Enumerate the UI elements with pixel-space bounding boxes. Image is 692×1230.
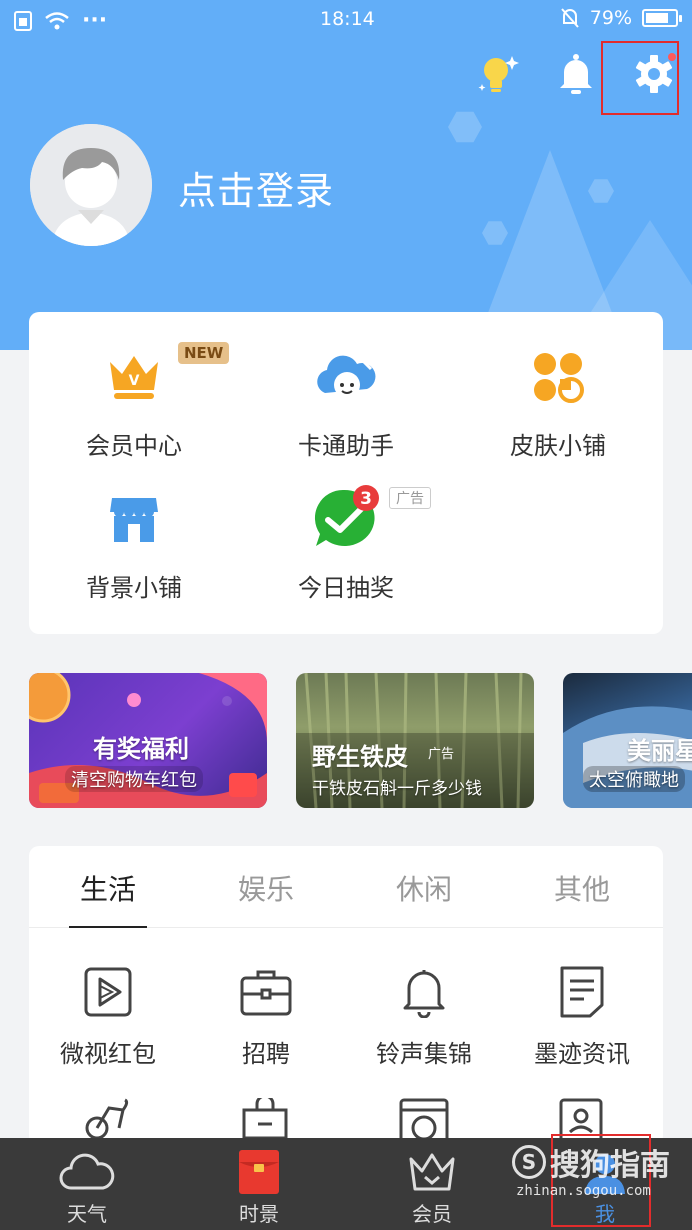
nav-label: 会员 [412,1202,452,1226]
skin-shop-item[interactable]: 皮肤小铺 [453,342,663,461]
shortcut-card: V 会员中心 NEW 卡通助手 皮肤小铺 背景小铺 3 今日抽奖 广告 [29,312,663,634]
watermark-brand: 搜狗指南 [550,1148,670,1183]
status-bar: ··· 18:14 79% [0,0,692,38]
service-jobs[interactable]: 招聘 [187,964,345,1069]
ad-tag: 广告 [389,487,431,509]
avatar[interactable] [30,124,152,246]
service-weishi-hongbao[interactable]: 微视红包 [29,964,187,1069]
tab-other[interactable]: 其他 [517,868,647,908]
watermark-url: zhinan.sogou.com [516,1183,651,1199]
lottery-badge-count: 3 [360,489,372,509]
service-label: 墨迹资讯 [534,1040,630,1068]
nav-label: 时景 [239,1202,279,1226]
tab-leisure[interactable]: 休闲 [359,868,489,908]
wifi-icon [45,11,69,29]
sim-icon [14,10,32,31]
alarm-off-icon [561,8,579,28]
shortcut-label: 皮肤小铺 [510,432,606,460]
new-badge: NEW [178,342,230,364]
tab-life[interactable]: 生活 [43,868,173,908]
nav-weather[interactable]: 天气 [32,1146,142,1227]
bell-outline-icon [403,970,445,1018]
briefcase-icon [240,970,292,1016]
default-avatar-icon [30,124,152,246]
svg-text:V: V [129,373,140,389]
skin-shop-icon [534,353,584,403]
service-label: 微视红包 [60,1040,156,1068]
banner-subtitle: 太空俯瞰地 [583,766,685,792]
shortcut-label: 背景小铺 [86,574,182,602]
banner-title: 野生铁皮 [312,743,408,771]
store-icon [110,498,158,542]
shortcut-label: 会员中心 [86,432,182,460]
service-label: 铃声集锦 [376,1040,472,1068]
services-card: 生活 娱乐 休闲 其他 微视红包 招聘 铃声集锦 墨迹资讯 [29,846,663,1146]
service-label: 招聘 [242,1040,290,1068]
service-moji-news[interactable]: 墨迹资讯 [503,964,661,1069]
red-envelope-icon [239,1150,279,1194]
document-icon [560,966,604,1018]
nav-member[interactable]: 会员 [377,1146,487,1227]
status-time: 18:14 [320,8,375,30]
wechat-lottery-icon: 3 [314,485,379,546]
notification-button[interactable] [552,50,600,98]
banner-subtitle: 干铁皮石斛一斤多少钱 [312,779,482,799]
battery-percent: 79% [589,7,632,29]
banner-ad-dendrobium[interactable]: 野生铁皮 广告 干铁皮石斛一斤多少钱 [296,673,534,808]
bell-icon [560,54,592,94]
cartoon-assistant-item[interactable]: 卡通助手 [241,342,451,461]
banner-space[interactable]: 美丽星 太空俯瞰地 [563,673,692,808]
highlight-settings [601,41,679,115]
banner-subtitle: 清空购物车红包 [65,766,203,792]
tab-entertainment[interactable]: 娱乐 [201,868,331,908]
lightbulb-icon [478,56,519,92]
active-tab-indicator [69,926,147,928]
cloud-icon [59,1153,115,1190]
banner-ad-tag: 广告 [428,747,455,762]
shortcut-label: 卡通助手 [298,432,394,460]
nav-label: 天气 [67,1202,107,1226]
cartoon-assistant-icon [317,351,376,398]
decor-hexagon [448,111,482,143]
id-card-icon[interactable] [557,1098,607,1138]
service-ringtones[interactable]: 铃声集锦 [345,964,503,1069]
tips-button[interactable] [474,50,522,98]
crown-outline-icon [409,1153,455,1191]
sogou-logo-icon: S [512,1145,546,1179]
crown-icon: V [110,356,158,399]
banner-title: 有奖福利 [93,735,189,763]
banner-title: 美丽星 [627,737,692,765]
shortcut-label: 今日抽奖 [298,574,394,602]
bike-icon[interactable] [83,1098,133,1138]
washing-machine-icon[interactable] [399,1098,449,1138]
category-tabs: 生活 娱乐 休闲 其他 [29,846,663,928]
login-link[interactable]: 点击登录 [178,160,334,215]
nav-scenery[interactable]: 时景 [204,1146,314,1227]
more-dots: ··· [82,8,108,33]
background-shop-item[interactable]: 背景小铺 [29,484,239,603]
battery-icon [642,9,682,27]
shopping-bag-icon[interactable] [240,1098,290,1138]
play-video-icon [84,967,132,1017]
profile-header: ··· 18:14 79% 点击登录 [0,0,692,350]
banner-welfare[interactable]: 有奖福利 清空购物车红包 [29,673,267,808]
sogou-watermark: S 搜狗指南 [512,1140,670,1184]
